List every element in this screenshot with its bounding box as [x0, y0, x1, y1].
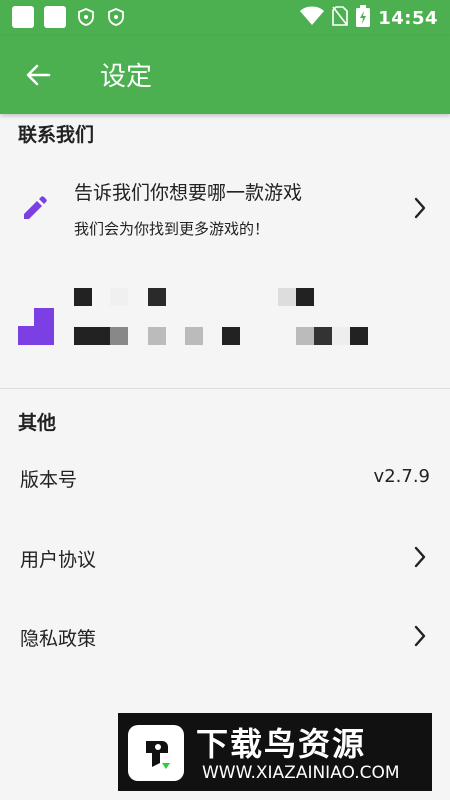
version-label: 版本号 — [20, 469, 78, 491]
notification-icons — [12, 6, 126, 28]
section-divider — [0, 388, 450, 389]
section-title-other: 其他 — [18, 412, 57, 434]
chevron-right-icon — [414, 197, 426, 219]
pencil-icon — [24, 196, 47, 219]
version-row: 版本号 v2.7.9 — [0, 445, 450, 509]
privacy-policy-row[interactable]: 隐私政策 — [0, 604, 450, 668]
version-value: v2.7.9 — [373, 466, 430, 487]
request-game-row[interactable]: 告诉我们你想要哪一款游戏 我们会为你找到更多游戏的！ — [0, 165, 450, 251]
shield-icon — [76, 6, 96, 28]
chevron-right-icon — [414, 625, 426, 647]
status-bar: 14:54 — [0, 0, 450, 36]
user-agreement-label: 用户协议 — [20, 549, 97, 571]
watermark-url: WWW.XIAZAINIAO.COM — [202, 763, 400, 783]
notification-icon — [12, 6, 34, 28]
chevron-right-icon — [414, 546, 426, 568]
back-button[interactable] — [22, 59, 54, 91]
watermark: 下载鸟资源 WWW.XIAZAINIAO.COM — [118, 713, 432, 791]
page-title: 设定 — [100, 62, 153, 92]
redacted-row[interactable] — [0, 280, 450, 360]
notification-icon — [44, 6, 66, 28]
privacy-policy-label: 隐私政策 — [20, 628, 97, 650]
request-game-subtitle: 我们会为你找到更多游戏的！ — [74, 220, 270, 238]
bird-logo-icon — [128, 725, 184, 781]
system-icons: 14:54 — [300, 5, 438, 31]
request-game-title: 告诉我们你想要哪一款游戏 — [74, 182, 303, 204]
shield-icon — [106, 6, 126, 28]
clock: 14:54 — [378, 7, 438, 29]
user-agreement-row[interactable]: 用户协议 — [0, 525, 450, 589]
watermark-title: 下载鸟资源 — [196, 725, 367, 763]
back-arrow-icon — [26, 64, 51, 86]
battery-charging-icon — [356, 5, 371, 31]
app-bar: 设定 — [0, 36, 450, 114]
no-sim-icon — [332, 6, 349, 30]
wifi-icon — [300, 6, 325, 30]
section-title-contact: 联系我们 — [18, 124, 95, 146]
